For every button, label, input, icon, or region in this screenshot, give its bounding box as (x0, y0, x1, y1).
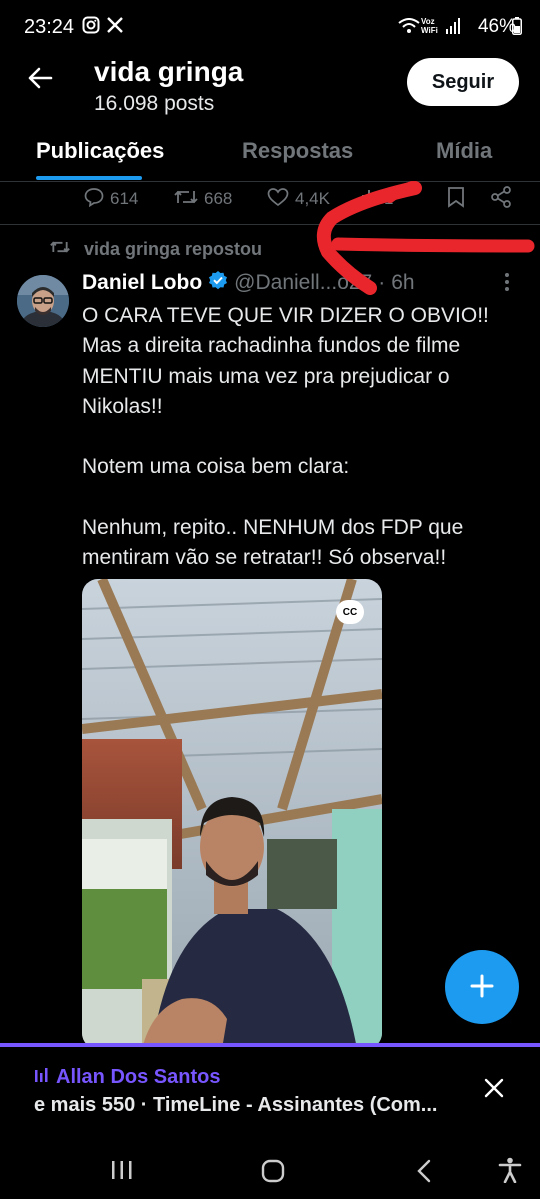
captions-badge[interactable]: CC (336, 600, 364, 624)
wifi-icon (398, 18, 420, 39)
reply-icon (84, 187, 104, 212)
profile-name: vida gringa (94, 56, 244, 87)
recent-apps-button[interactable] (110, 1159, 134, 1186)
repost-small-icon (50, 238, 70, 261)
signal-icon (446, 18, 460, 39)
space-host-name: Allan Dos Santos (56, 1066, 221, 1088)
more-options-button[interactable] (504, 272, 510, 298)
share-button[interactable] (490, 185, 512, 213)
reply-button[interactable]: 614 (84, 186, 138, 212)
bookmark-button[interactable] (447, 186, 465, 212)
repost-icon (174, 187, 198, 212)
tweet-divider (0, 224, 540, 225)
instagram-icon (82, 16, 100, 39)
verified-badge-icon (208, 270, 228, 296)
repost-context[interactable]: vida gringa repostou (50, 238, 262, 261)
repost-count: 668 (204, 189, 233, 208)
like-button[interactable]: 4,4K (267, 186, 330, 212)
compose-button[interactable] (445, 950, 519, 1024)
battery-level: 46% (477, 16, 516, 37)
more-vertical-icon (504, 272, 510, 297)
like-count: 4,4K (295, 189, 330, 208)
audio-bars-icon (34, 1066, 50, 1089)
tab-respostas[interactable]: Respostas (242, 138, 353, 164)
status-time: 23:24 (24, 16, 75, 38)
back-button[interactable] (22, 62, 58, 98)
avatar[interactable] (17, 275, 69, 327)
heart-icon (267, 187, 289, 212)
repost-label: vida gringa repostou (84, 239, 263, 259)
reply-count: 614 (110, 189, 139, 208)
separator-dot: · (378, 271, 386, 294)
home-button[interactable] (261, 1159, 285, 1188)
tab-publicacoes[interactable]: Publicações (36, 138, 164, 164)
back-nav-button[interactable] (416, 1159, 432, 1188)
author-name[interactable]: Daniel Lobo (82, 271, 202, 295)
active-tab-indicator (36, 176, 142, 180)
author-handle[interactable]: @Daniell...o27 (234, 271, 372, 295)
tweet-time[interactable]: 6h (391, 271, 414, 295)
battery-icon (512, 17, 522, 40)
system-nav-bar (0, 1143, 540, 1199)
arrow-left-icon (27, 67, 53, 94)
share-icon (490, 185, 512, 213)
posts-count: 16.098 posts (94, 92, 215, 115)
status-bar: 23:24 Voz WiFi 46% (0, 0, 540, 54)
space-host[interactable]: Allan Dos Santos (34, 1066, 220, 1089)
plus-icon (469, 973, 495, 1002)
accessibility-icon[interactable] (498, 1157, 522, 1188)
views-button[interactable]: 1 (360, 186, 393, 212)
views-count: 1 (384, 189, 394, 208)
x-logo-icon (106, 16, 124, 39)
close-icon (484, 1078, 504, 1103)
close-space-button[interactable] (478, 1074, 510, 1106)
voz-wifi-label: Voz WiFi (421, 17, 438, 35)
tab-midia[interactable]: Mídia (436, 138, 492, 164)
views-icon (360, 187, 378, 212)
repost-button[interactable]: 668 (174, 186, 232, 212)
tweet-header: Daniel Lobo @Daniell...o27 · 6h (82, 270, 415, 296)
tweet-video[interactable] (82, 579, 382, 1049)
follow-button[interactable]: Seguir (407, 58, 519, 106)
bookmark-icon (447, 186, 465, 213)
tweet-text: O CARA TEVE QUE VIR DIZER O OBVIO!! Mas … (82, 304, 489, 570)
tabs-divider (0, 181, 540, 182)
space-description: e mais 550 · TimeLine - Assinantes (Com.… (34, 1094, 438, 1116)
